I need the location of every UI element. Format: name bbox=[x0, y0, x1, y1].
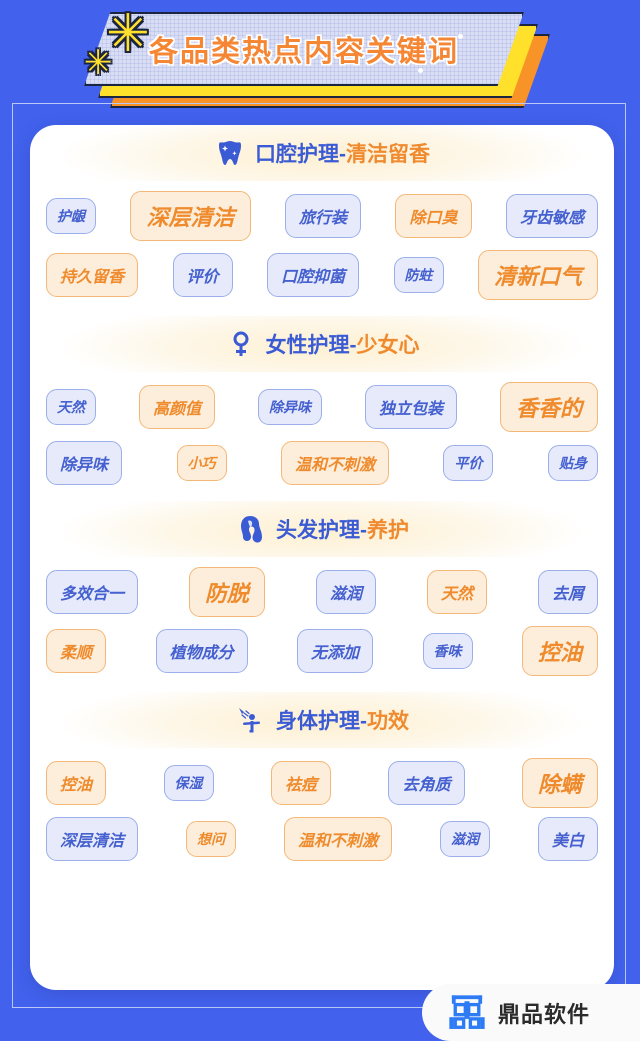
keyword-row: 持久留香 评价 口腔抑菌 防蛀 清新口气 bbox=[46, 250, 598, 300]
keyword-tag[interactable]: 贴身 bbox=[547, 445, 598, 481]
keyword-tag[interactable]: 防蛀 bbox=[393, 257, 444, 293]
keyword-tag[interactable]: 植物成分 bbox=[155, 629, 248, 673]
section-header: 头发护理-养护 bbox=[30, 501, 614, 557]
keyword-tag[interactable]: 除口臭 bbox=[395, 194, 472, 238]
section-title: 口腔护理-清洁留香 bbox=[255, 138, 430, 168]
keyword-rows: 多效合一 防脱 滋润 天然 去屑柔顺 植物成分 无添加 香味 控油 bbox=[30, 557, 614, 692]
section-1: 口腔护理-清洁留香 护龈 深层清洁 旅行装 除口臭 牙齿敏感 持久留香 评价 口腔抑菌 防蛀 清新口… bbox=[30, 125, 614, 316]
keyword-row: 多效合一 防脱 滋润 天然 去屑 bbox=[46, 567, 598, 617]
section-header: 女性护理-少女心 bbox=[30, 316, 614, 372]
keyword-tag[interactable]: 除异味 bbox=[257, 389, 322, 425]
keyword-row: 控油 保湿 祛痘 去角质 除螨 bbox=[46, 758, 598, 808]
keyword-tag[interactable]: 柔顺 bbox=[46, 629, 107, 673]
keyword-row: 天然 高颜值 除异味 独立包装 香香的 bbox=[46, 382, 598, 432]
keyword-tag[interactable]: 旅行装 bbox=[284, 194, 361, 238]
section-4: 身体护理-功效控油 保湿 祛痘 去角质 除螨深层清洁 想问 温和不刺激 滋润 美白 bbox=[30, 692, 614, 877]
keyword-tag[interactable]: 深层清洁 bbox=[46, 817, 139, 861]
keyword-tag[interactable]: 滋润 bbox=[315, 570, 376, 614]
keyword-tag[interactable]: 护龈 bbox=[46, 198, 96, 234]
section-header: 口腔护理-清洁留香 bbox=[30, 125, 614, 181]
keyword-row: 护龈 深层清洁 旅行装 除口臭 牙齿敏感 bbox=[46, 191, 598, 241]
section-title-topic: 少女心 bbox=[356, 334, 420, 357]
keyword-tag[interactable]: 滋润 bbox=[439, 821, 490, 857]
section-title: 女性护理-少女心 bbox=[266, 329, 420, 359]
keyword-rows: 护龈 深层清洁 旅行装 除口臭 牙齿敏感 持久留香 评价 口腔抑菌 防蛀 清新口气 bbox=[30, 181, 614, 316]
keyword-tag[interactable]: 除异味 bbox=[46, 441, 123, 485]
keyword-tag[interactable]: 温和不刺激 bbox=[283, 817, 392, 861]
keyword-tag[interactable]: 小巧 bbox=[176, 445, 227, 481]
keyword-rows: 天然 高颜值 除异味 独立包装 香香的 除异味 小巧 温和不刺激 平价 贴身 bbox=[30, 372, 614, 501]
brand-name: 鼎品软件 bbox=[498, 1002, 591, 1028]
keyword-tag[interactable]: 控油 bbox=[46, 761, 107, 805]
keyword-tag[interactable]: 评价 bbox=[172, 253, 233, 297]
shower-icon bbox=[235, 704, 267, 736]
brand-logo: 鼎品软件 bbox=[422, 984, 640, 1041]
keyword-row: 除异味 小巧 温和不刺激 平价 贴身 bbox=[46, 441, 598, 485]
section-title-category: 女性护理- bbox=[265, 334, 357, 357]
keyword-tag[interactable]: 牙齿敏感 bbox=[505, 194, 598, 238]
keyword-tag[interactable]: 天然 bbox=[426, 570, 487, 614]
keyword-tag[interactable]: 去角质 bbox=[388, 761, 465, 805]
keyword-tag[interactable]: 独立包装 bbox=[364, 385, 457, 429]
section-2: 女性护理-少女心 天然 高颜值 除异味 独立包装 香香的 除异味 小巧 温和不刺激 平价 贴身 bbox=[30, 316, 614, 501]
section-title: 头发护理-养护 bbox=[276, 514, 409, 544]
keyword-tag[interactable]: 深层清洁 bbox=[130, 191, 251, 241]
keyword-tag[interactable]: 平价 bbox=[443, 445, 494, 481]
keyword-tag[interactable]: 祛痘 bbox=[270, 761, 331, 805]
page-title: 各品类热点内容关键词 bbox=[148, 34, 459, 68]
keyword-card: 口腔护理-清洁留香 护龈 深层清洁 旅行装 除口臭 牙齿敏感 持久留香 评价 口腔抑菌 防蛀 清新口… bbox=[30, 125, 614, 990]
keyword-tag[interactable]: 防脱 bbox=[188, 567, 265, 617]
keyword-tag[interactable]: 香味 bbox=[422, 633, 473, 669]
keyword-row: 柔顺 植物成分 无添加 香味 控油 bbox=[46, 626, 598, 676]
keyword-tag[interactable]: 温和不刺激 bbox=[280, 441, 389, 485]
venus-icon bbox=[225, 328, 257, 360]
keyword-tag[interactable]: 去屑 bbox=[537, 570, 598, 614]
keyword-row: 深层清洁 想问 温和不刺激 滋润 美白 bbox=[46, 817, 598, 861]
keyword-tag[interactable]: 香香的 bbox=[499, 382, 598, 432]
section-title: 身体护理-功效 bbox=[276, 705, 409, 735]
star-decoration-small: ✳ bbox=[84, 44, 113, 82]
section-title-topic: 养护 bbox=[367, 519, 409, 542]
section-header: 身体护理-功效 bbox=[30, 692, 614, 748]
keyword-tag[interactable]: 持久留香 bbox=[46, 253, 139, 297]
keyword-tag[interactable]: 多效合一 bbox=[46, 570, 139, 614]
section-title-category: 身体护理- bbox=[276, 710, 367, 733]
section-title-topic: 清洁留香 bbox=[346, 143, 430, 166]
keyword-tag[interactable]: 清新口气 bbox=[477, 250, 598, 300]
keyword-tag[interactable]: 除螨 bbox=[521, 758, 598, 808]
keyword-tag[interactable]: 控油 bbox=[521, 626, 598, 676]
keyword-tag[interactable]: 想问 bbox=[186, 821, 236, 857]
tooth-icon bbox=[214, 137, 246, 169]
section-title-category: 头发护理- bbox=[276, 519, 367, 542]
hair-icon bbox=[235, 513, 267, 545]
keyword-rows: 控油 保湿 祛痘 去角质 除螨深层清洁 想问 温和不刺激 滋润 美白 bbox=[30, 748, 614, 877]
section-title-category: 口腔护理- bbox=[255, 143, 346, 166]
ding-logo-icon bbox=[449, 994, 485, 1029]
keyword-tag[interactable]: 高颜值 bbox=[138, 385, 215, 429]
section-3: 头发护理-养护多效合一 防脱 滋润 天然 去屑柔顺 植物成分 无添加 香味 控油 bbox=[30, 501, 614, 692]
keyword-tag[interactable]: 无添加 bbox=[297, 629, 374, 673]
section-title-topic: 功效 bbox=[367, 710, 409, 733]
keyword-tag[interactable]: 保湿 bbox=[163, 765, 214, 801]
keyword-tag[interactable]: 天然 bbox=[46, 389, 96, 425]
keyword-tag[interactable]: 口腔抑菌 bbox=[267, 253, 360, 297]
keyword-tag[interactable]: 美白 bbox=[537, 817, 598, 861]
